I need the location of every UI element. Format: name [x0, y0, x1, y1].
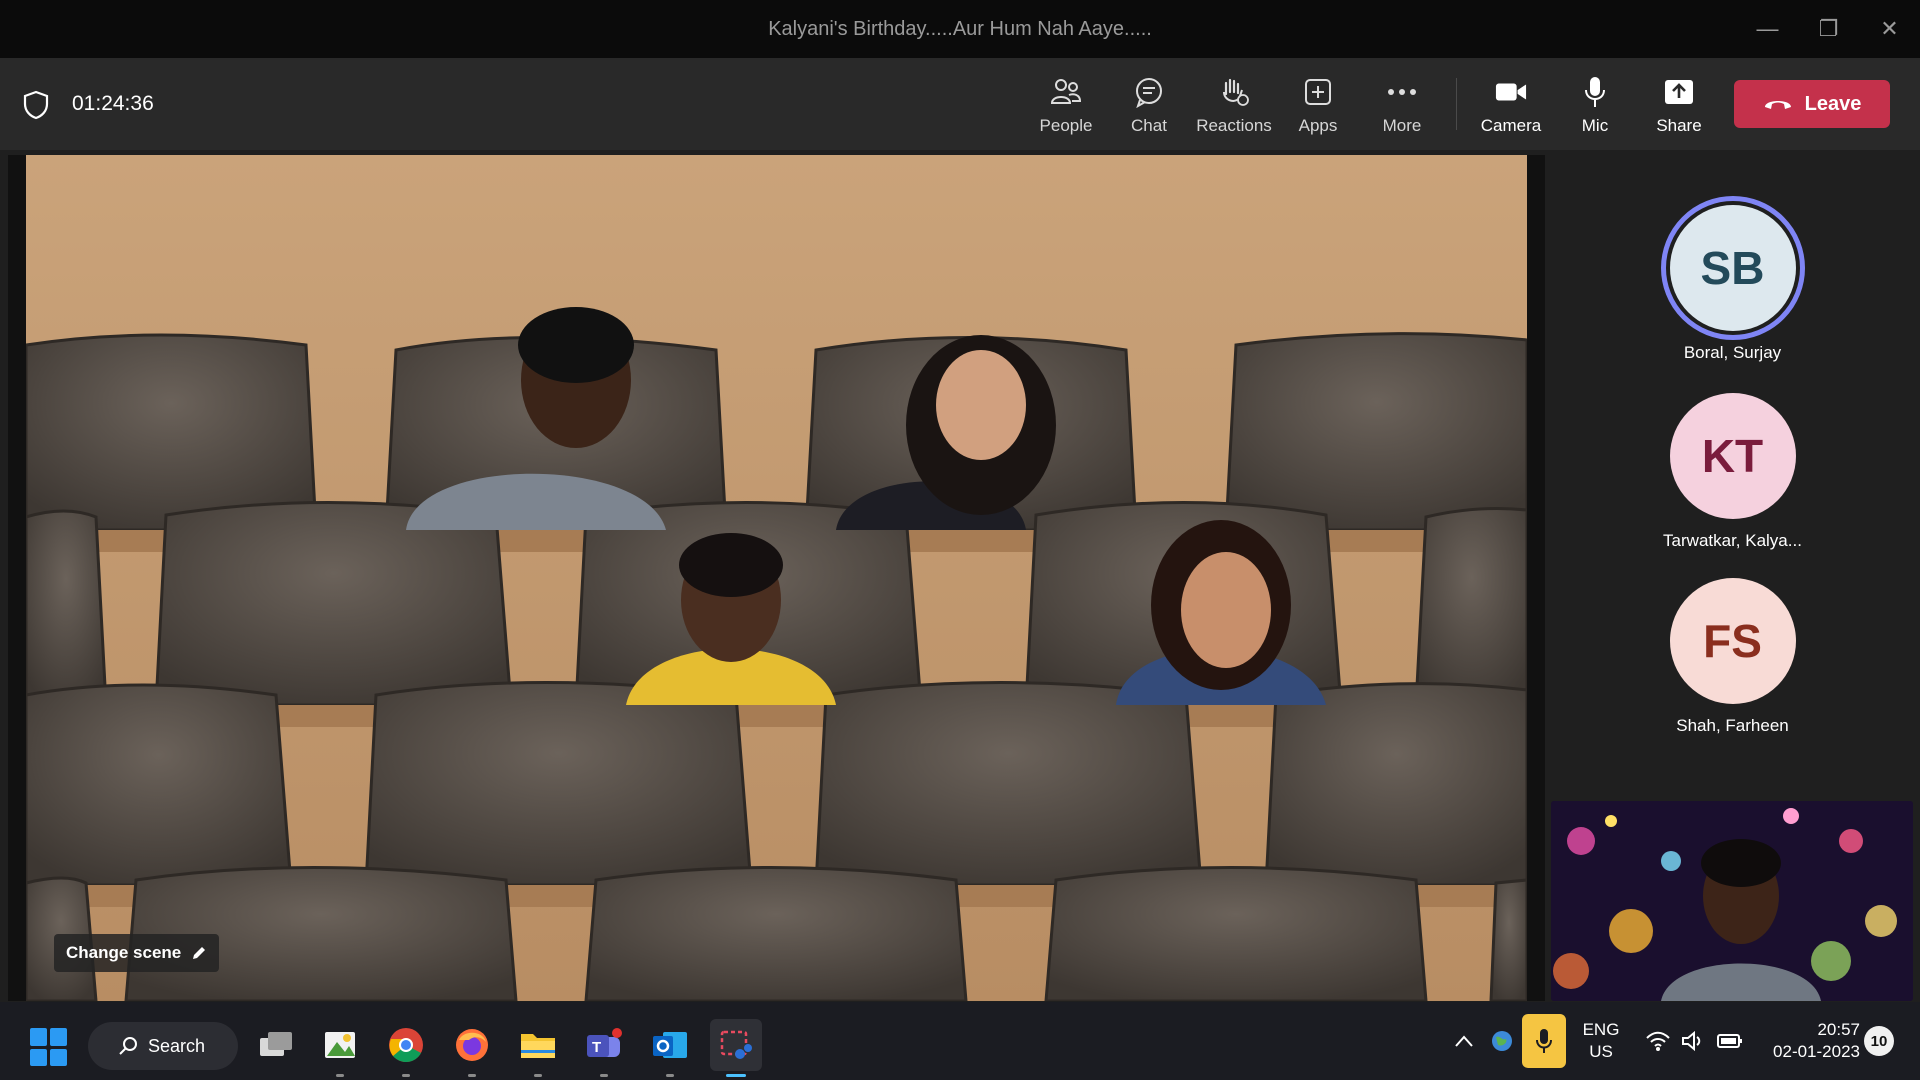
- hang-up-icon: [1764, 101, 1791, 109]
- change-scene-button[interactable]: Change scene: [54, 934, 220, 972]
- change-scene-label: Change scene: [66, 943, 182, 962]
- avatar: KT: [1669, 393, 1796, 519]
- people-button[interactable]: People: [1024, 72, 1108, 140]
- chat-icon: [1133, 76, 1165, 108]
- chevron-up-icon[interactable]: [1454, 1034, 1474, 1048]
- region-code: US: [1589, 1042, 1613, 1061]
- leave-button[interactable]: Leave: [1734, 80, 1890, 128]
- system-tray: [1454, 1002, 1474, 1080]
- volume-icon[interactable]: [1681, 1002, 1705, 1080]
- auditorium-scene: [26, 155, 1527, 1001]
- apps-label: Apps: [1298, 116, 1338, 135]
- windows-taskbar: Search T ENG US 20:57 02-01-2023 10: [0, 1002, 1920, 1080]
- camera-label: Camera: [1480, 116, 1542, 135]
- wifi-icon[interactable]: [1645, 1002, 1671, 1080]
- chat-button[interactable]: Chat: [1107, 72, 1191, 140]
- shield-icon: [23, 90, 49, 120]
- meeting-timer: 01:24:36: [72, 92, 154, 115]
- share-label: Share: [1656, 116, 1702, 135]
- windows-start-icon[interactable]: [30, 1028, 68, 1066]
- taskbar-search-button[interactable]: Search: [88, 1022, 238, 1070]
- mic-label: Mic: [1581, 116, 1609, 135]
- apps-button[interactable]: Apps: [1276, 72, 1360, 140]
- participant-tile[interactable]: SB Boral, Surjay: [1545, 196, 1920, 363]
- participant-name: Boral, Surjay: [1683, 343, 1782, 362]
- battery-icon[interactable]: [1717, 1002, 1743, 1080]
- restore-button[interactable]: ❐: [1798, 0, 1859, 58]
- outlook-icon[interactable]: [644, 1019, 696, 1077]
- reactions-button[interactable]: Reactions: [1192, 72, 1276, 140]
- people-icon: [1050, 76, 1082, 108]
- notifications-button[interactable]: 10: [1864, 1002, 1894, 1080]
- add-app-icon: [1302, 76, 1334, 108]
- camera-icon: [1495, 76, 1527, 108]
- share-button[interactable]: Share: [1637, 72, 1721, 140]
- participant-name: Tarwatkar, Kalya...: [1663, 531, 1802, 550]
- window-title: Kalyani's Birthday.....Aur Hum Nah Aaye.…: [768, 17, 1152, 40]
- teams-icon[interactable]: T: [578, 1019, 630, 1077]
- more-label: More: [1382, 116, 1422, 135]
- task-view-icon[interactable]: [250, 1019, 302, 1071]
- self-view-image: [1551, 801, 1913, 1001]
- toolbar-divider: [1456, 78, 1457, 130]
- mic-button[interactable]: Mic: [1553, 72, 1637, 140]
- together-mode-stage: [8, 155, 1545, 1001]
- close-button[interactable]: ✕: [1859, 0, 1920, 58]
- microphone-icon: [1579, 76, 1611, 108]
- clock-date: 02-01-2023: [1773, 1042, 1860, 1061]
- avatar: FS: [1669, 578, 1796, 704]
- chrome-icon[interactable]: [380, 1019, 432, 1077]
- share-screen-icon: [1663, 76, 1695, 108]
- clock[interactable]: 20:57 02-01-2023: [1760, 1002, 1860, 1080]
- mic-in-use-indicator[interactable]: [1522, 1002, 1566, 1080]
- firefox-icon[interactable]: [446, 1019, 498, 1077]
- meeting-toolbar: 01:24:36 People Chat Reactions Apps More: [0, 58, 1920, 150]
- more-button[interactable]: More: [1360, 72, 1444, 140]
- photo-editor-icon[interactable]: [314, 1019, 366, 1077]
- avatar: SB: [1660, 196, 1805, 340]
- search-icon: [119, 1037, 137, 1055]
- file-explorer-icon[interactable]: [512, 1019, 564, 1077]
- reactions-label: Reactions: [1196, 116, 1272, 135]
- notification-count-badge: 10: [1864, 1026, 1894, 1056]
- leave-label: Leave: [1804, 92, 1862, 115]
- window-titlebar: Kalyani's Birthday.....Aur Hum Nah Aaye.…: [0, 0, 1920, 58]
- svg-text:T: T: [592, 1039, 601, 1056]
- more-icon: [1386, 76, 1418, 108]
- network-globe-icon[interactable]: [1490, 1002, 1514, 1080]
- self-view-video[interactable]: [1551, 801, 1913, 1001]
- raise-hand-icon: [1218, 76, 1250, 108]
- people-label: People: [1039, 116, 1093, 135]
- microphone-icon: [1536, 1029, 1552, 1053]
- snipping-tool-icon[interactable]: [710, 1019, 762, 1077]
- input-language-indicator[interactable]: ENG US: [1578, 1002, 1624, 1080]
- participant-tile[interactable]: FS Shah, Farheen: [1545, 578, 1920, 736]
- clock-time: 20:57: [1817, 1020, 1860, 1039]
- participant-tile[interactable]: KT Tarwatkar, Kalya...: [1545, 393, 1920, 551]
- search-label: Search: [148, 1035, 206, 1056]
- participant-name: Shah, Farheen: [1676, 716, 1789, 735]
- window-controls: — ❐ ✕: [1737, 0, 1920, 58]
- camera-button[interactable]: Camera: [1469, 72, 1553, 140]
- language-code: ENG: [1582, 1020, 1620, 1039]
- chat-label: Chat: [1131, 116, 1167, 135]
- pencil-icon: [193, 947, 206, 959]
- minimize-button[interactable]: —: [1737, 0, 1798, 58]
